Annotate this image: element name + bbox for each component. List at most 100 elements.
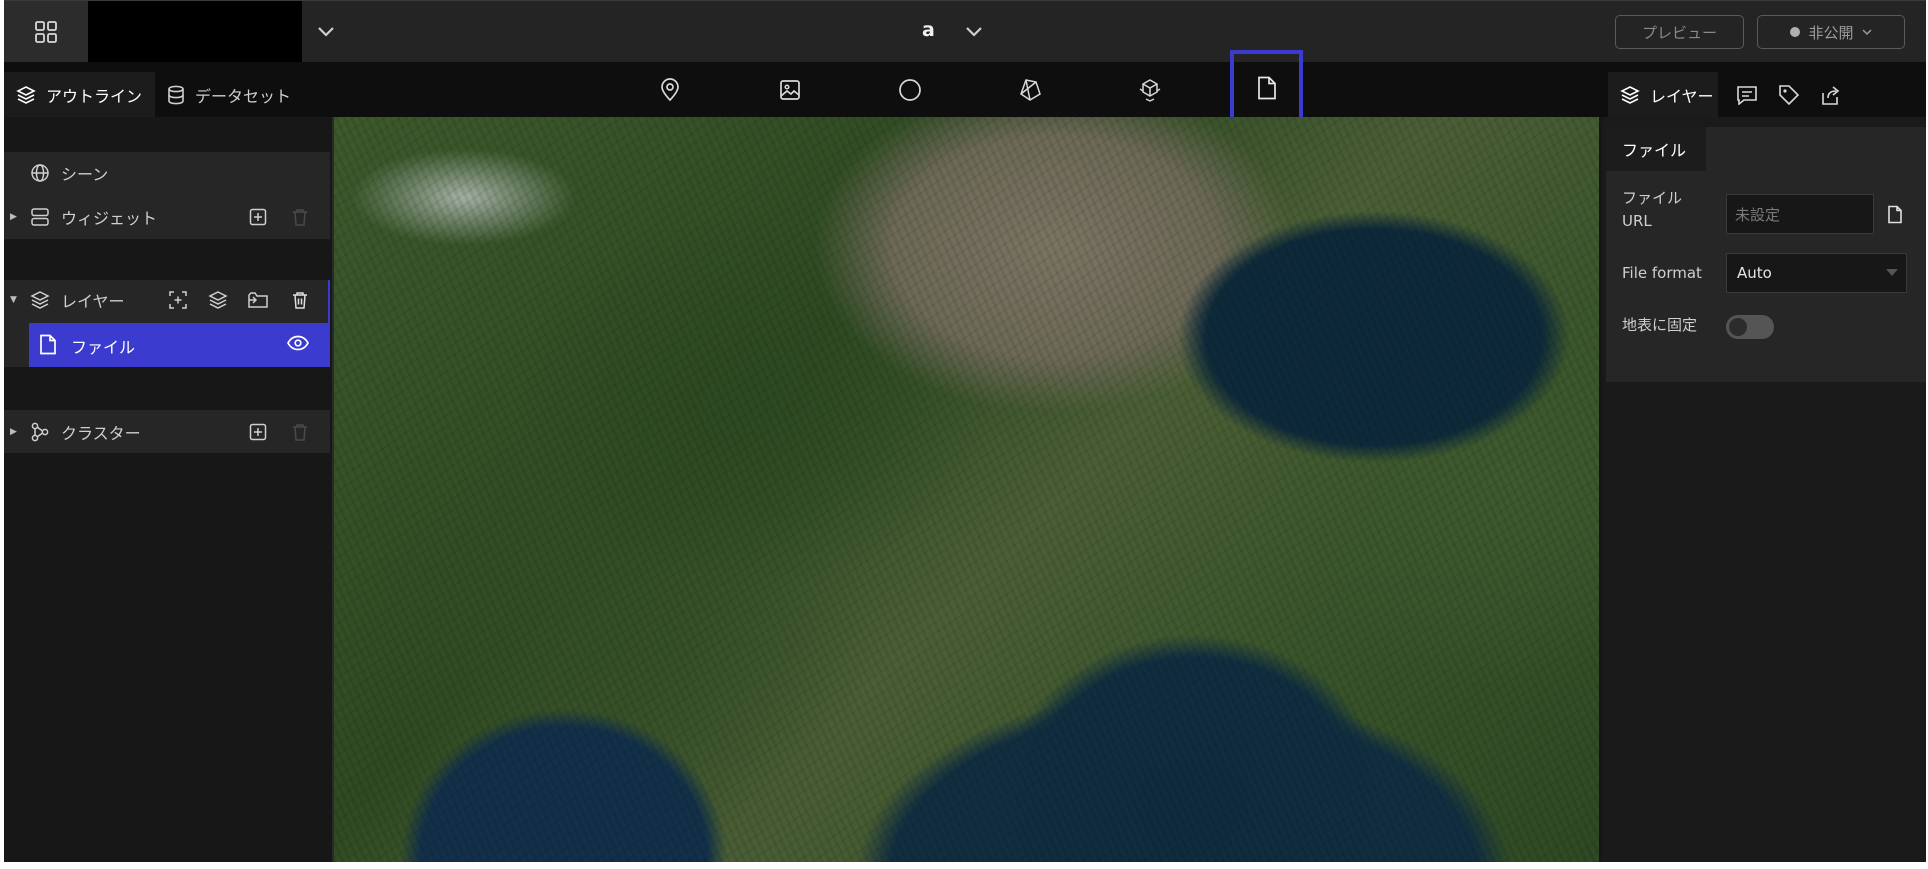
add-sphere-button[interactable] bbox=[890, 70, 930, 110]
plus-square-icon bbox=[249, 423, 267, 440]
layer-group: ▼ レイヤー ファイル bbox=[4, 280, 330, 367]
satellite-imagery bbox=[334, 117, 1599, 862]
tree-item-cluster[interactable]: ▶ クラスター bbox=[4, 410, 330, 453]
cluster-icon bbox=[30, 422, 50, 442]
layers-icon bbox=[16, 85, 36, 104]
trash-icon bbox=[293, 208, 307, 226]
outline-panel: シーン ▶ ウィジェット ▼ レイヤー ファイル ▶ クラスター bbox=[4, 117, 334, 862]
file-icon bbox=[1888, 205, 1902, 223]
file-format-value: Auto bbox=[1737, 264, 1772, 282]
file-layer-label: ファイル bbox=[71, 338, 136, 357]
toggle-knob bbox=[1729, 318, 1747, 336]
app-window: a プレビュー 非公開 アウトライン データセット シーン ▶ ウィジェット ▼… bbox=[4, 0, 1926, 862]
right-panel-tabs: レイヤー bbox=[1599, 62, 1926, 117]
clamp-to-ground-toggle[interactable] bbox=[1726, 315, 1774, 339]
file-icon bbox=[1257, 76, 1276, 99]
file-url-label: ファイル URL bbox=[1622, 187, 1682, 233]
add-file-button[interactable] bbox=[1230, 50, 1303, 125]
add-image-button[interactable] bbox=[770, 70, 810, 110]
chevron-down-icon bbox=[318, 27, 334, 37]
folder-import-icon bbox=[248, 292, 268, 308]
file-format-select[interactable]: Auto bbox=[1726, 253, 1907, 293]
tree-item-layers[interactable]: ▼ レイヤー bbox=[4, 280, 330, 320]
model-icon bbox=[1139, 79, 1161, 102]
circle-icon bbox=[899, 79, 921, 101]
project-menu-button[interactable] bbox=[311, 17, 341, 47]
tab-layer-label: レイヤー bbox=[1650, 86, 1714, 106]
tree-item-file-layer[interactable]: ファイル bbox=[29, 323, 330, 367]
export-icon bbox=[1822, 86, 1840, 105]
tree-item-scene[interactable]: シーン bbox=[4, 152, 330, 194]
add-polygon-button[interactable] bbox=[1010, 70, 1050, 110]
layers-icon bbox=[30, 290, 50, 310]
scene-group: シーン ▶ ウィジェット bbox=[4, 152, 330, 239]
collapse-caret-icon[interactable]: ▼ bbox=[10, 295, 17, 305]
focus-plus-icon bbox=[169, 291, 187, 309]
trash-icon bbox=[293, 423, 307, 441]
properties-body: ファイル URL 未設定 File format Auto 地表に固定 bbox=[1606, 171, 1926, 382]
status-dot bbox=[1790, 27, 1801, 37]
scene-menu-button[interactable] bbox=[959, 17, 989, 47]
add-cluster-button[interactable] bbox=[247, 421, 269, 443]
scene-name: a bbox=[922, 19, 935, 41]
file-icon bbox=[39, 334, 57, 355]
tree-item-widget-label: ウィジェット bbox=[61, 208, 158, 228]
infobox-icon bbox=[1737, 86, 1757, 105]
tab-dataset[interactable]: データセット bbox=[155, 72, 325, 117]
select-caret-icon bbox=[1886, 269, 1898, 276]
project-name-redacted bbox=[88, 1, 302, 63]
file-properties: ファイル ファイル URL 未設定 File format Auto 地表に固定 bbox=[1606, 127, 1926, 382]
delete-layer-button[interactable] bbox=[289, 289, 311, 311]
properties-panel: ファイル ファイル URL 未設定 File format Auto 地表に固定 bbox=[1602, 117, 1926, 862]
tab-export[interactable] bbox=[1818, 82, 1844, 108]
tree-item-cluster-label: クラスター bbox=[61, 423, 141, 443]
publish-status-button[interactable]: 非公開 bbox=[1757, 15, 1905, 49]
tab-layer-properties[interactable]: レイヤー bbox=[1608, 72, 1718, 117]
tree-item-scene-label: シーン bbox=[61, 165, 109, 184]
file-url-input[interactable]: 未設定 bbox=[1726, 194, 1874, 234]
expand-caret-icon[interactable]: ▶ bbox=[10, 212, 17, 222]
tree-item-layers-label: レイヤー bbox=[61, 292, 125, 311]
expand-caret-icon[interactable]: ▶ bbox=[10, 427, 17, 437]
delete-cluster-button[interactable] bbox=[289, 421, 311, 443]
cluster-group: ▶ クラスター bbox=[4, 410, 330, 453]
section-tab-label: ファイル bbox=[1622, 141, 1687, 160]
layers-plus-icon bbox=[208, 291, 228, 309]
file-url-label-line2: URL bbox=[1622, 212, 1652, 230]
add-layer-button[interactable] bbox=[167, 289, 189, 311]
marker-icon bbox=[661, 78, 679, 102]
clamp-to-ground-label: 地表に固定 bbox=[1622, 316, 1698, 334]
preview-button[interactable]: プレビュー bbox=[1615, 15, 1744, 49]
file-url-label-line1: ファイル bbox=[1622, 189, 1683, 207]
database-icon bbox=[168, 85, 184, 104]
chevron-down-icon bbox=[966, 27, 982, 37]
eye-icon bbox=[287, 335, 309, 351]
file-url-placeholder: 未設定 bbox=[1735, 205, 1781, 224]
tag-icon bbox=[1779, 85, 1800, 106]
layers-icon bbox=[1620, 85, 1640, 104]
header-bar: a プレビュー 非公開 bbox=[4, 0, 1926, 63]
tree-item-widget[interactable]: ▶ ウィジェット bbox=[4, 194, 330, 239]
tab-tags[interactable] bbox=[1776, 82, 1802, 108]
choose-file-button[interactable] bbox=[1884, 203, 1906, 225]
tab-outline[interactable]: アウトライン bbox=[4, 72, 155, 117]
visibility-toggle[interactable] bbox=[287, 335, 309, 351]
import-layer-button[interactable] bbox=[247, 289, 269, 311]
chevron-down-icon bbox=[1861, 28, 1872, 35]
map-viewport[interactable] bbox=[334, 117, 1599, 862]
add-widget-button[interactable] bbox=[247, 206, 269, 228]
trash-icon bbox=[293, 292, 307, 309]
widget-icon bbox=[30, 207, 50, 227]
tab-outline-label: アウトライン bbox=[46, 86, 143, 106]
tab-dataset-label: データセット bbox=[195, 86, 292, 106]
delete-widget-button[interactable] bbox=[289, 206, 311, 228]
publish-label: 非公開 bbox=[1808, 23, 1854, 42]
add-marker-button[interactable] bbox=[650, 70, 690, 110]
section-tab-file[interactable]: ファイル bbox=[1606, 127, 1706, 171]
grid-icon bbox=[35, 21, 57, 43]
preview-label: プレビュー bbox=[1641, 23, 1717, 42]
add-layer-group-button[interactable] bbox=[207, 289, 229, 311]
dashboard-button[interactable] bbox=[4, 1, 88, 63]
add-model-button[interactable] bbox=[1130, 70, 1170, 110]
tab-infobox[interactable] bbox=[1734, 82, 1760, 108]
